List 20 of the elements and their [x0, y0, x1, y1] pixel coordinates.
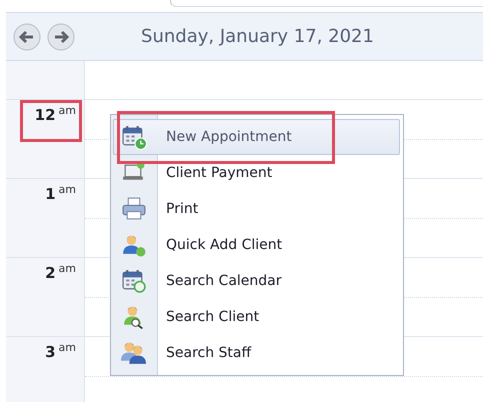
menu-item[interactable]: Print	[113, 191, 400, 227]
menu-item[interactable]: New Appointment	[113, 119, 400, 155]
am-pm-label: am	[58, 341, 76, 354]
menu-item[interactable]: Search Calendar	[113, 263, 400, 299]
people-icon	[121, 340, 147, 366]
menu-item[interactable]: Search Staff	[113, 335, 400, 371]
am-pm-label: am	[58, 262, 76, 275]
date-title: Sunday, January 17, 2021	[140, 26, 375, 47]
calendar-search-icon	[121, 268, 147, 294]
menu-item[interactable]: Quick Add Client	[113, 227, 400, 263]
hour-label: 2	[45, 263, 56, 284]
hour-label: 3	[45, 342, 56, 363]
hour-label: 1	[45, 184, 56, 205]
hour-label: 12	[34, 105, 56, 126]
am-pm-label: am	[58, 183, 76, 196]
calendar-clock-icon	[121, 124, 147, 150]
am-pm-label: am	[58, 104, 76, 117]
menu-item[interactable]: Client Payment	[113, 155, 400, 191]
menu-item[interactable]: Search Client	[113, 299, 400, 335]
printer-icon	[121, 196, 147, 222]
